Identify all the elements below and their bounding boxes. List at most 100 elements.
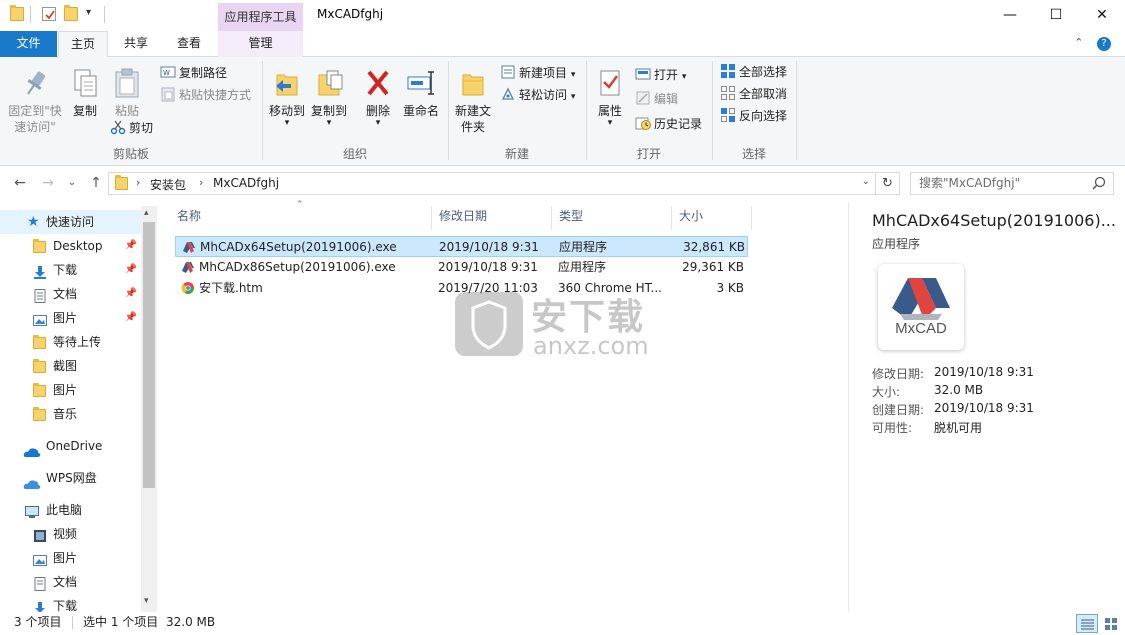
minimize-button[interactable]: — [987,0,1033,31]
edit-button[interactable]: 编辑 [635,89,678,109]
nav-pc-item[interactable]: 文档 [0,570,141,594]
pin-icon[interactable]: 📌 [125,282,137,306]
address-bar[interactable]: › 安装包 › MxCADfghj ⌄ [108,172,876,195]
scroll-up-icon[interactable]: ▴ [144,208,149,218]
rename-icon [405,67,437,99]
nav-wps[interactable]: WPS网盘 [0,466,141,490]
details-view-icon[interactable] [1076,614,1098,633]
recent-locations-chevron-icon[interactable]: ⌄ [62,177,82,188]
copy-path-icon: W [160,64,176,80]
tab-file[interactable]: 文件 [0,31,57,57]
maximize-button[interactable]: ☐ [1033,0,1079,31]
copy-path-button[interactable]: W 复制路径 [160,63,227,83]
properties-button[interactable]: 属性 ▾ [592,67,628,128]
address-dropdown-icon[interactable]: ⌄ [862,176,870,187]
column-header-type[interactable]: 类型 [552,206,672,230]
nav-quick-access-item[interactable]: 图片 📌 [0,306,141,330]
properties-icon [594,67,626,99]
invert-selection-button[interactable]: 反向选择 [720,106,787,126]
breadcrumb-item[interactable]: MxCADfghj [213,176,279,190]
qat-dropdown-icon[interactable]: ▾ [86,7,91,18]
star-icon: ★ [27,214,40,230]
nav-pc-item[interactable]: 视频 [0,522,141,546]
nav-onedrive[interactable]: OneDrive [0,434,141,458]
select-none-button[interactable]: 全部取消 [720,84,787,104]
tab-home[interactable]: 主页 [58,31,108,58]
tab-view[interactable]: 查看 [163,31,215,57]
group-label-open: 打开 [636,147,661,161]
open-icon [635,66,651,82]
details-label: 修改日期: [872,367,925,381]
title-bar: ▾ [0,0,1125,31]
paste-button[interactable]: 粘贴 [108,67,146,119]
nav-quick-access-item[interactable]: Desktop 📌 [0,234,141,258]
column-header-name[interactable]: 名称 [170,206,432,230]
paste-label: 粘贴 [114,104,139,118]
copy-button[interactable]: 复制 [66,67,104,119]
chrome-html-icon [181,281,195,295]
file-row[interactable]: MhCADx86Setup(20191006).exe 2019/10/18 9:… [175,257,748,278]
new-item-button[interactable]: 新建项目 ▾ [500,63,575,83]
nav-quick-access-item[interactable]: 下载 📌 [0,258,141,282]
nav-pc-item[interactable]: 下载 [0,594,141,612]
cut-button[interactable]: 剪切 [110,118,153,138]
search-icon [1092,176,1106,193]
folder-icon [10,5,24,21]
nav-quick-access-item[interactable]: 截图 [0,354,141,378]
paste-shortcut-button[interactable]: 粘贴快捷方式 [160,85,251,105]
delete-button[interactable]: 删除 ▾ [360,67,396,128]
back-arrow-icon[interactable]: ← [10,175,30,191]
move-to-button[interactable]: 移动到 ▾ [266,67,308,128]
nav-quick-access-item[interactable]: 文档 📌 [0,282,141,306]
mxcad-exe-icon [181,260,195,274]
pictures-icon [33,311,47,326]
window-title: MxCADfghj [317,7,384,21]
history-button[interactable]: 历史记录 [635,114,702,134]
pin-to-quick-access-button[interactable]: 固定到"快速访问" [4,67,66,135]
tab-share[interactable]: 共享 [112,31,160,57]
paste-shortcut-icon [160,86,176,102]
column-header-modified[interactable]: 修改日期 [432,206,552,230]
nav-quick-access-item[interactable]: 音乐 [0,402,141,426]
nav-this-pc[interactable]: 此电脑 [0,498,141,522]
tab-manage[interactable]: 管理 [218,31,303,57]
pin-icon[interactable]: 📌 [125,234,137,258]
help-icon[interactable]: ? [1097,37,1111,51]
new-folder-button[interactable]: 新建文件夹 [453,67,493,135]
easy-access-icon [500,86,516,102]
nav-pc-item[interactable]: 图片 [0,546,141,570]
folder-icon [33,335,46,349]
close-button[interactable]: ✕ [1079,0,1125,31]
breadcrumb-item[interactable]: 安装包 [150,176,186,193]
refresh-button[interactable]: ↻ [876,172,900,195]
column-header-size[interactable]: 大小 [672,206,752,230]
scroll-down-icon[interactable]: ▾ [144,596,149,606]
move-to-icon [271,67,303,99]
pin-icon[interactable]: 📌 [125,306,137,330]
file-row[interactable]: MhCADx64Setup(20191006).exe 2019/10/18 9:… [175,236,748,257]
properties-icon[interactable] [42,7,56,21]
up-arrow-icon[interactable]: ↑ [86,175,106,191]
select-all-button[interactable]: 全部选择 [720,62,787,82]
search-input[interactable]: 搜索"MxCADfghj" [910,172,1114,195]
forward-arrow-icon[interactable]: → [38,175,58,191]
new-folder-icon[interactable] [64,5,78,21]
mxcad-logo-icon: MxCAD [878,264,964,350]
copy-label: 复制 [72,104,97,118]
details-divider[interactable] [848,202,849,612]
nav-scroll-thumb[interactable] [143,222,155,488]
large-icons-view-icon[interactable] [1100,614,1122,633]
easy-access-button[interactable]: 轻松访问 ▾ [500,85,575,105]
new-item-icon [500,64,516,80]
item-count: 3 个项目 [14,615,62,629]
chevron-up-icon[interactable]: ⌃ [1074,36,1083,49]
nav-quick-access[interactable]: ★ 快速访问 [0,210,141,234]
pin-icon[interactable]: 📌 [125,258,137,282]
copy-to-button[interactable]: 复制到 ▾ [308,67,350,128]
nav-quick-access-item[interactable]: 等待上传 [0,330,141,354]
nav-quick-access-item[interactable]: 图片 [0,378,141,402]
open-button[interactable]: 打开 ▾ [635,65,686,85]
pin-label: 固定到"快速访问" [8,104,62,134]
group-label-organize: 组织 [342,147,367,161]
rename-button[interactable]: 重命名 [400,67,442,119]
